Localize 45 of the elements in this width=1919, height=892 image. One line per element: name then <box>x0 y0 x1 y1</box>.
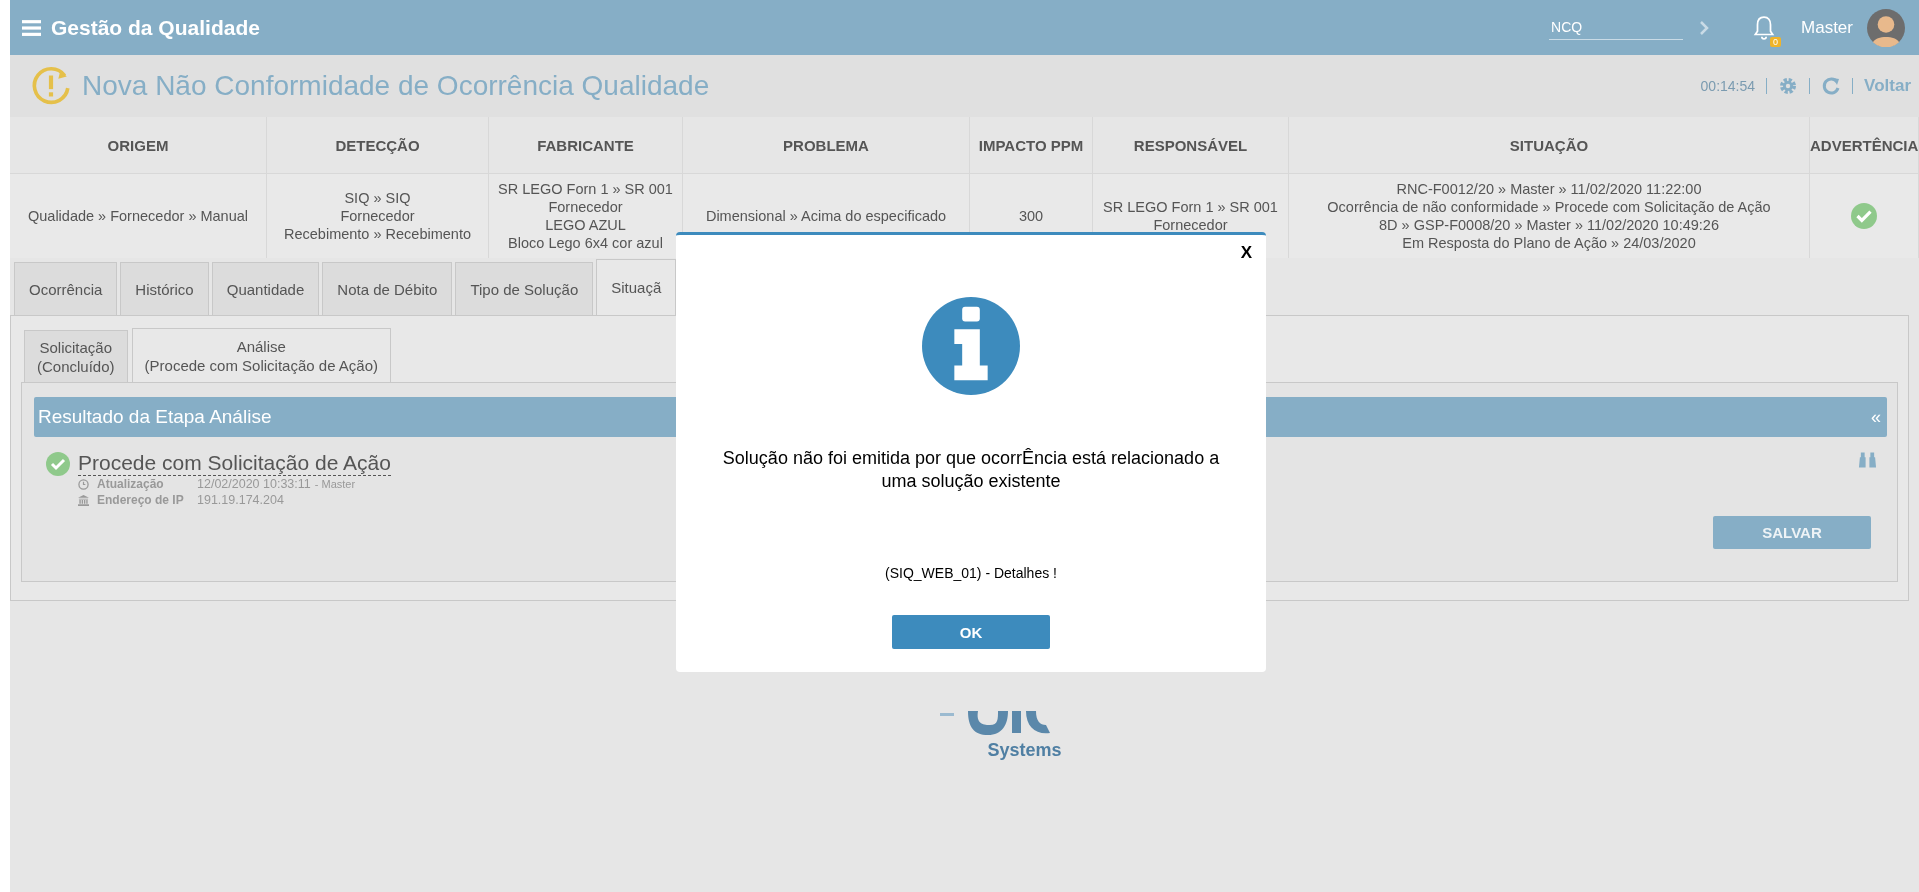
ok-button[interactable]: OK <box>892 615 1050 649</box>
column-header: SITUAÇÃO <box>1289 117 1810 174</box>
bell-icon[interactable] <box>1753 14 1776 41</box>
tab[interactable]: Nota de Débito <box>322 262 453 315</box>
meta-value: 12/02/2020 10:33:11 <box>197 477 311 491</box>
meta-label: Endereço de IP <box>97 493 185 507</box>
timer: 00:14:54 <box>1700 78 1756 94</box>
result-title: Procede com Solicitação de Ação <box>78 451 391 476</box>
bank-icon <box>78 494 89 506</box>
app-title: Gestão da Qualidade <box>51 15 260 40</box>
column-header: ORIGEM <box>10 117 267 174</box>
meta-label: Atualização <box>97 477 165 491</box>
tab[interactable]: Situaçã <box>596 259 677 315</box>
info-icon <box>922 297 1020 395</box>
dialog-detail: (SIQ_WEB_01) - Detalhes ! <box>885 565 1057 581</box>
column-header: PROBLEMA <box>683 117 970 174</box>
refresh-icon[interactable] <box>1821 76 1842 96</box>
clock-icon <box>78 478 89 490</box>
logo-name: Systems <box>987 741 1062 759</box>
tab[interactable]: Solicitação (Concluído) <box>24 330 128 382</box>
tab[interactable]: Quantidade <box>211 262 320 315</box>
alert-refresh-icon <box>30 65 72 107</box>
binoculars-icon[interactable] <box>1858 451 1877 469</box>
chevron-right-icon[interactable] <box>1699 19 1710 36</box>
notification-badge: 0 <box>1770 36 1782 47</box>
table-cell: Qualidade » Fornecedor » Manual <box>10 174 267 258</box>
tab[interactable]: Ocorrência <box>14 262 118 315</box>
column-header: ADVERTÊNCIA <box>1810 117 1919 174</box>
table-cell: SIQ » SIQ Fornecedor Recebimento » Recebimento <box>267 174 489 258</box>
tab[interactable]: Histórico <box>120 262 209 315</box>
meta-value: 191.19.174.204 <box>197 493 284 507</box>
menu-icon[interactable] <box>22 19 41 36</box>
settings-icon[interactable] <box>1778 76 1799 96</box>
page-title: Nova Não Conformidade de Ocorrência Qualidade <box>82 70 710 102</box>
avatar[interactable] <box>1867 8 1905 47</box>
meta-user: - Master <box>314 478 356 490</box>
column-header: IMPACTO PPM <box>970 117 1093 174</box>
tab[interactable]: Tipo de Solução <box>455 262 594 315</box>
column-header: DETECÇÃO <box>267 117 489 174</box>
table-cell: RNC-F0012/20 » Master » 11/02/2020 11:22:00 Ocorrência de não conformidade » Procede com Solicitação de Ação 8D » GSP-F0008/20 » Master » 11/02/2020 10:49:26 Em Resposta do Plano de Ação » 24/03/2020 <box>1289 174 1810 258</box>
column-header: RESPONSÁVEL <box>1093 117 1289 174</box>
section-title: Resultado da Etapa Análise <box>38 406 272 428</box>
dialog-message: Solução não foi emitida por que ocorrÊncia está relacionado a uma solução existente <box>721 447 1221 493</box>
tab[interactable]: Análise (Procede com Solicitação de Ação) <box>131 328 391 382</box>
column-header: FABRICANTE <box>489 117 683 174</box>
